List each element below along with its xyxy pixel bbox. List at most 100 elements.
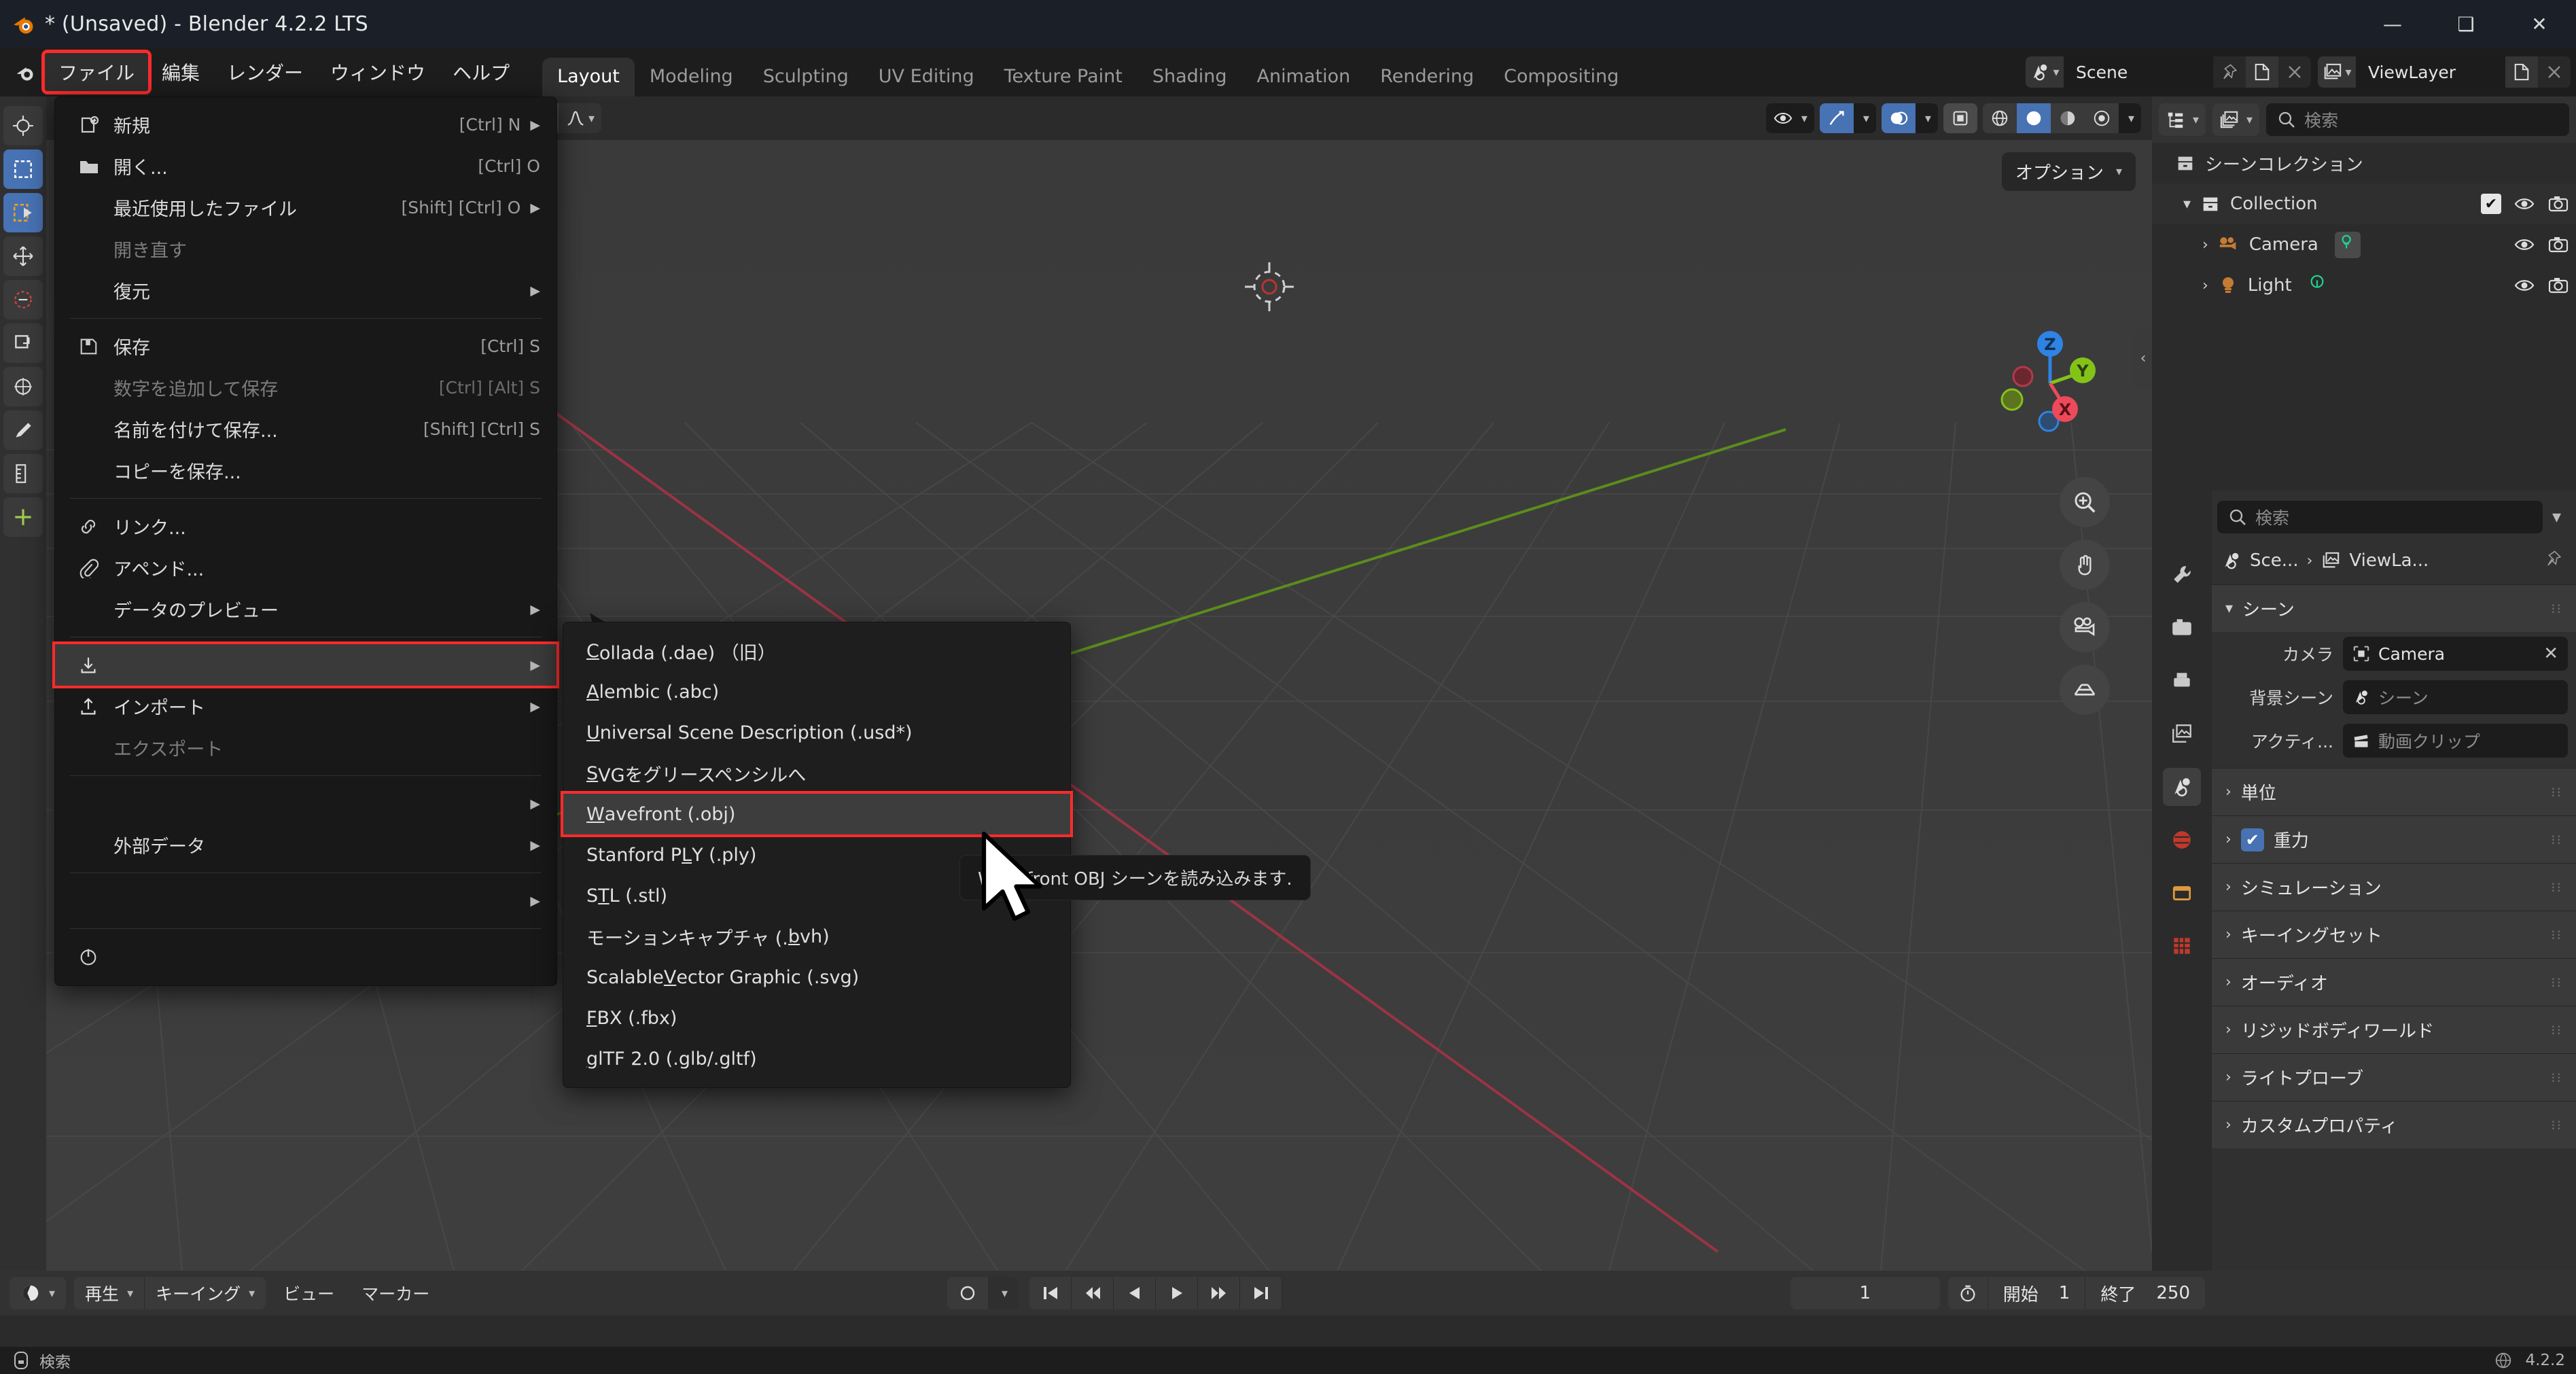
pan-button[interactable] [2060, 540, 2110, 590]
timeline-editor[interactable]: ▾ 再生 ▾ キーイング ▾ ビュー マーカー ▾ 1 開始 1 終了 250 [0, 1271, 2576, 1347]
gizmo-toggle-icon[interactable] [1819, 103, 1854, 133]
viewport-options-button[interactable]: オプション ▾ [2001, 152, 2136, 191]
tool-annotate[interactable] [3, 410, 43, 450]
menu-item-export[interactable]: インポート ▶ [55, 686, 557, 727]
tab-animation[interactable]: Animation [1241, 58, 1366, 96]
scene-selector[interactable]: ▾ Scene [2026, 56, 2311, 88]
xray-icon[interactable] [1943, 103, 1977, 133]
menu-help[interactable]: ヘルプ [439, 53, 523, 91]
panel-drag-handle[interactable]: ⁝⁝ [2551, 1070, 2562, 1086]
outliner-display-mode[interactable]: ▾ [2159, 103, 2206, 136]
timeline-menu-marker[interactable]: マーカー [352, 1281, 439, 1305]
tool-add-cube[interactable] [3, 497, 43, 537]
use-preview-range-icon[interactable] [1948, 1277, 1988, 1309]
tab-scene[interactable] [2163, 768, 2201, 806]
camera-render-icon[interactable] [2547, 276, 2569, 295]
clear-camera-icon[interactable]: ✕ [2543, 644, 2558, 664]
menu-item-open[interactable]: 開く... [Ctrl] O [55, 145, 557, 187]
import-fbx[interactable]: F BX (.fbx) [563, 998, 1070, 1038]
gravity-checkbox[interactable]: ✔ [2240, 828, 2264, 851]
camera-field[interactable]: Camera ✕ [2343, 637, 2568, 671]
overlays-group[interactable]: ▾ [1881, 103, 1938, 133]
shading-solid-icon[interactable] [2016, 103, 2051, 133]
tab-layout[interactable]: Layout [542, 58, 635, 96]
ortho-perspective-button[interactable] [2060, 665, 2110, 715]
import-svg[interactable]: Scalable Vector Graphic (.svg) [563, 957, 1070, 998]
file-dropdown-menu[interactable]: 新規 [Ctrl] N ▶ 開く... [Ctrl] O 最近使用したファイル … [52, 96, 559, 986]
shading-settings-icon[interactable]: ▾ [2118, 103, 2141, 133]
outliner-row-scene-collection[interactable]: シーンコレクション [2152, 143, 2576, 183]
tool-measure[interactable] [3, 454, 43, 493]
expand-chevron-icon[interactable]: › [2202, 236, 2208, 253]
import-svg-grease-pencil[interactable]: S VGをグリースペンシルへ [563, 753, 1070, 794]
import-collada[interactable]: Collada (.dae) （旧） [563, 631, 1070, 671]
shading-rendered-icon[interactable] [2084, 103, 2119, 133]
menu-window[interactable]: ウィンドウ [317, 53, 439, 91]
next-keyframe-button[interactable] [1198, 1277, 1241, 1309]
tab-view-layer[interactable] [2163, 715, 2201, 753]
tool-scale[interactable] [3, 323, 43, 363]
panel-drag-handle[interactable]: ⁝⁝ [2551, 1022, 2562, 1038]
expand-chevron-icon[interactable]: › [2202, 277, 2208, 294]
overlays-settings-icon[interactable]: ▾ [1915, 103, 1938, 133]
menu-item-external-data[interactable]: ▶ [55, 783, 557, 824]
pin-icon[interactable] [2213, 56, 2246, 88]
viewlayer-name-field[interactable]: ViewLayer [2356, 56, 2505, 88]
panel-rigid-body-world[interactable]: › リジッドボディワールド ⁝⁝ [2212, 1006, 2576, 1053]
panel-audio[interactable]: › オーディオ ⁝⁝ [2212, 958, 2576, 1006]
tab-shading[interactable]: Shading [1137, 58, 1242, 96]
background-scene-field[interactable]: シーン [2343, 680, 2568, 714]
menu-item-quit[interactable] [55, 936, 557, 977]
panel-custom-properties[interactable]: › カスタムプロパティ ⁝⁝ [2212, 1101, 2576, 1148]
panel-keying-sets[interactable]: › キーイングセット ⁝⁝ [2212, 911, 2576, 958]
auto-keying-icon[interactable] [947, 1277, 988, 1309]
properties-search-input[interactable]: 検索 [2217, 501, 2543, 533]
camera-render-icon[interactable] [2547, 194, 2569, 213]
current-frame-field[interactable]: 1 [1790, 1277, 1940, 1309]
camera-view-button[interactable] [2060, 602, 2110, 652]
scene-name-field[interactable]: Scene [2064, 56, 2213, 88]
menu-render[interactable]: レンダー [213, 53, 317, 91]
timeline-menu-view[interactable]: ビュー [274, 1281, 344, 1305]
menu-item-save[interactable]: 保存 [Ctrl] S [55, 325, 557, 367]
tab-render[interactable] [2163, 609, 2201, 647]
tool-cursor[interactable] [3, 106, 43, 145]
jump-to-start-button[interactable] [1029, 1277, 1072, 1309]
tab-modeling[interactable]: Modeling [634, 58, 748, 96]
tab-rendering[interactable]: Rendering [1365, 58, 1489, 96]
shading-wireframe-icon[interactable] [1982, 103, 2017, 133]
panel-drag-handle[interactable]: ⁝⁝ [2551, 974, 2562, 991]
tab-tool[interactable] [2163, 556, 2201, 594]
breadcrumb-viewlayer[interactable]: ViewLa... [2349, 550, 2429, 571]
import-usd[interactable]: Universal Scene Description (.usd*) [563, 712, 1070, 753]
eye-icon[interactable] [2513, 235, 2535, 254]
panel-drag-handle[interactable]: ⁝⁝ [2551, 879, 2562, 896]
xray-toggle[interactable] [1943, 103, 1977, 133]
auto-keying-settings-icon[interactable]: ▾ [987, 1277, 1019, 1309]
zoom-button[interactable] [2060, 477, 2110, 527]
expand-chevron-icon[interactable]: ▾ [2183, 196, 2191, 213]
viewlayer-selector[interactable]: ▾ ViewLayer [2318, 56, 2571, 88]
menu-item-recover[interactable]: 復元 ▶ [55, 270, 557, 311]
keying-menu[interactable]: キーイング ▾ [144, 1277, 266, 1309]
frame-start-field[interactable]: 開始 1 [1988, 1277, 2086, 1309]
panel-drag-handle[interactable]: ⁝⁝ [2551, 784, 2562, 800]
menu-item-import[interactable]: ▶ [52, 641, 559, 688]
tool-transform[interactable] [3, 367, 43, 406]
close-button[interactable]: ✕ [2503, 0, 2576, 48]
outliner-row-camera[interactable]: › Camera [2152, 224, 2576, 265]
panel-drag-handle[interactable]: ⁝⁝ [2551, 1117, 2562, 1133]
import-wavefront-obj[interactable]: Wavefront (.obj) [561, 791, 1073, 837]
gizmo-group[interactable]: ▾ [1819, 103, 1876, 133]
visibility-selector[interactable]: ▾ [1765, 103, 1814, 133]
menu-item-append[interactable]: アペンド... [55, 547, 557, 588]
new-viewlayer-icon[interactable] [2505, 56, 2538, 88]
panel-light-probes[interactable]: › ライトプローブ ⁝⁝ [2212, 1053, 2576, 1101]
pin-icon[interactable] [2545, 550, 2566, 572]
jump-to-end-button[interactable] [1240, 1277, 1283, 1309]
playback-menu[interactable]: 再生 ▾ [74, 1277, 144, 1309]
tab-compositing[interactable]: Compositing [1489, 58, 1634, 96]
import-alembic[interactable]: Alembic (.abc) [563, 671, 1070, 712]
auto-keying-group[interactable]: ▾ [947, 1277, 1019, 1309]
tab-object[interactable] [2163, 874, 2201, 912]
